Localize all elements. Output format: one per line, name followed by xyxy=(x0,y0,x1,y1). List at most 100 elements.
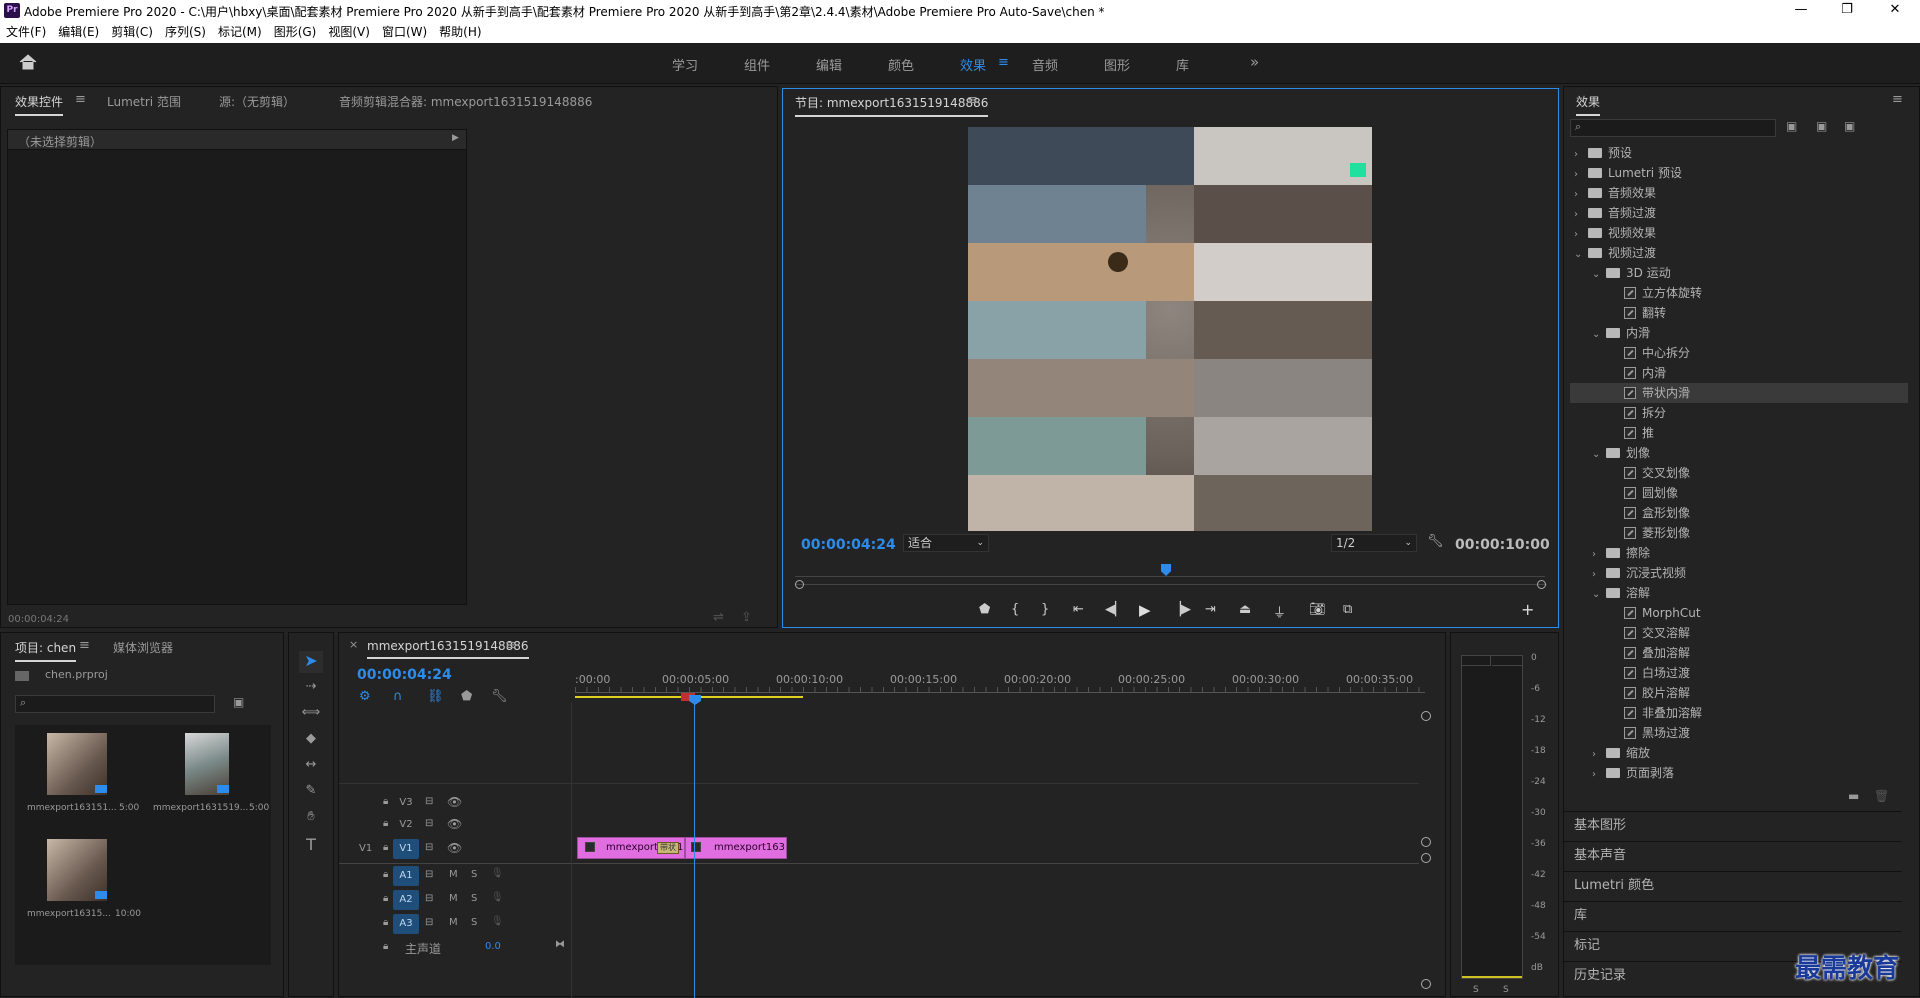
effects-tree-folder[interactable]: › 视频效果 xyxy=(1570,223,1908,243)
effects-tree-item[interactable]: 交叉溶解 xyxy=(1570,623,1908,643)
mark-in-icon[interactable]: { xyxy=(1011,602,1019,617)
track-label[interactable]: V3 xyxy=(393,797,419,808)
solo-right-button[interactable]: S xyxy=(1503,985,1509,995)
razor-tool-icon[interactable]: ◆ xyxy=(299,731,323,746)
timeline-playhead[interactable] xyxy=(689,695,701,705)
effects-tree-folder[interactable]: ⌄ 溶解 xyxy=(1570,583,1908,603)
sequence-menu-icon[interactable]: ≡ xyxy=(505,638,516,653)
effects-search-input[interactable]: ⌕ xyxy=(1570,119,1776,137)
chevron-right-icon[interactable]: › xyxy=(1574,205,1588,225)
effects-menu-icon[interactable]: ≡ xyxy=(1892,92,1903,107)
workspace-tab-audio[interactable]: 音频 xyxy=(1032,55,1058,74)
track-label[interactable]: V2 xyxy=(393,819,419,830)
workspace-tab-effects[interactable]: 效果 xyxy=(960,55,986,74)
effects-tree-item[interactable]: 黑场过渡 xyxy=(1570,723,1908,743)
export-icon[interactable]: ⇪ xyxy=(741,610,752,625)
hand-tool-icon[interactable]: ✋︎ xyxy=(299,809,323,824)
sync-lock-icon[interactable]: ⊟ xyxy=(425,869,433,880)
solo-button[interactable]: S xyxy=(471,917,477,928)
microphone-icon[interactable]: 🎙︎ xyxy=(491,868,504,879)
chevron-right-icon[interactable]: › xyxy=(1574,185,1588,205)
new-bin-icon[interactable]: ▬ xyxy=(1848,789,1859,803)
workspace-menu-icon[interactable]: ≡ xyxy=(998,55,1009,70)
effects-tree-folder[interactable]: › 擦除 xyxy=(1570,543,1908,563)
panel-menu-icon[interactable]: ≡ xyxy=(75,92,86,107)
fit-zoom-select[interactable]: 适合 ⌄ xyxy=(903,534,989,552)
microphone-icon[interactable]: 🎙︎ xyxy=(491,892,504,903)
timeline-ruler[interactable]: :00:00 00:00:05:00 00:00:10:00 00:00:15:… xyxy=(575,663,1425,703)
effects-tree-item[interactable]: 翻转 xyxy=(1570,303,1908,323)
effects-tree-item[interactable]: 交叉划像 xyxy=(1570,463,1908,483)
chevron-right-icon[interactable]: › xyxy=(1592,545,1606,565)
effects-tree-item[interactable]: 中心拆分 xyxy=(1570,343,1908,363)
sync-lock-icon[interactable]: ⊟ xyxy=(425,893,433,904)
project-item[interactable]: mmexport16315... 10:00 xyxy=(21,835,145,935)
project-item[interactable]: mmexport1631519... 5:00 xyxy=(149,729,273,831)
chevron-right-icon[interactable]: › xyxy=(1574,145,1588,165)
accelerated-effects-icon[interactable]: ▣ xyxy=(1786,119,1797,133)
menu-view[interactable]: 视图(V) xyxy=(322,21,376,43)
solo-left-button[interactable]: S xyxy=(1473,985,1479,995)
workspace-tab-color[interactable]: 颜色 xyxy=(888,55,914,74)
play-triangle-icon[interactable]: ▶ xyxy=(452,133,459,143)
chevron-right-icon[interactable]: › xyxy=(1574,225,1588,245)
step-forward-icon[interactable]: ▕▶ xyxy=(1171,602,1191,617)
type-tool-icon[interactable]: T xyxy=(299,835,323,854)
timeline-settings-wrench-icon[interactable]: 🔧︎ xyxy=(491,689,508,704)
slip-tool-icon[interactable]: ↔ xyxy=(299,757,323,772)
track-target-a1[interactable]: A1 xyxy=(393,866,419,886)
project-search-input[interactable]: ⌕ xyxy=(15,695,215,713)
chevron-right-icon[interactable]: › xyxy=(1592,765,1606,785)
lock-icon[interactable]: 🔒︎ xyxy=(383,893,388,904)
add-button-icon[interactable]: + xyxy=(1521,600,1534,619)
yuv-effects-icon[interactable]: ▣ xyxy=(1844,119,1855,133)
tab-source[interactable]: 源:（无剪辑） xyxy=(219,93,295,110)
add-marker-icon[interactable]: ⬟ xyxy=(979,602,990,617)
effects-tree-folder[interactable]: › 音频过渡 xyxy=(1570,203,1908,223)
sync-lock-icon[interactable]: ⊟ xyxy=(425,796,433,807)
effects-tree-item[interactable]: 推 xyxy=(1570,423,1908,443)
go-to-out-icon[interactable]: ⇥ xyxy=(1205,602,1216,617)
lock-icon[interactable]: 🔒︎ xyxy=(383,796,388,807)
menu-graphics[interactable]: 图形(G) xyxy=(268,21,323,43)
mute-button[interactable]: M xyxy=(449,893,458,904)
effects-tree-item[interactable]: 盒形划像 xyxy=(1570,503,1908,523)
chevron-down-icon[interactable]: ⌄ xyxy=(1592,585,1606,605)
play-icon[interactable]: ▶ xyxy=(1139,601,1151,619)
pen-tool-icon[interactable]: ✎ xyxy=(299,783,323,798)
filter-icon[interactable]: ⇌ xyxy=(713,610,724,625)
effects-tree-item[interactable]: 菱形划像 xyxy=(1570,523,1908,543)
nest-sequence-icon[interactable]: ⚙︎ xyxy=(359,689,371,704)
program-zoom-bar[interactable] xyxy=(795,584,1547,585)
go-to-in-icon[interactable]: ⇤ xyxy=(1073,602,1084,617)
project-menu-icon[interactable]: ≡ xyxy=(79,638,90,653)
effects-tree-item[interactable]: 非叠加溶解 xyxy=(1570,703,1908,723)
comparison-view-icon[interactable]: ⧉ xyxy=(1343,602,1352,617)
effects-tree-folder[interactable]: › 预设 xyxy=(1570,143,1908,163)
tab-media-browser[interactable]: 媒体浏览器 xyxy=(113,639,173,656)
step-back-icon[interactable]: ◀▏ xyxy=(1105,602,1125,617)
effects-tree-item[interactable]: MorphCut xyxy=(1570,603,1908,623)
lock-icon[interactable]: 🔒︎ xyxy=(383,941,388,952)
chevron-right-icon[interactable]: › xyxy=(1592,745,1606,765)
zoom-bar-right-handle[interactable] xyxy=(1537,580,1546,589)
mute-button[interactable]: M xyxy=(449,869,458,880)
solo-button[interactable]: S xyxy=(471,893,477,904)
effects-tree-folder[interactable]: › Lumetri 预设 xyxy=(1570,163,1908,183)
effects-tree-folder[interactable]: ⌄ 3D 运动 xyxy=(1570,263,1908,283)
eye-icon[interactable]: 👁︎ xyxy=(447,841,462,855)
sync-lock-icon[interactable]: ⊟ xyxy=(425,917,433,928)
effects-tree-folder[interactable]: › 音频效果 xyxy=(1570,183,1908,203)
effects-tree-folder[interactable]: › 页面剥落 xyxy=(1570,763,1908,783)
workspace-tab-libraries[interactable]: 库 xyxy=(1176,55,1189,74)
workspace-tab-learn[interactable]: 学习 xyxy=(672,55,698,74)
master-volume-value[interactable]: 0.0 xyxy=(485,941,501,952)
chevron-right-icon[interactable]: › xyxy=(1592,565,1606,585)
scroll-handle[interactable] xyxy=(1421,837,1431,847)
track-target-v1[interactable]: V1 xyxy=(393,839,419,859)
menu-edit[interactable]: 编辑(E) xyxy=(52,21,105,43)
tab-project[interactable]: 项目: chen xyxy=(15,639,77,662)
eye-icon[interactable]: 👁︎ xyxy=(447,817,462,831)
master-track-icon[interactable]: ⧓ xyxy=(555,939,565,950)
lock-icon[interactable]: 🔒︎ xyxy=(383,842,388,853)
